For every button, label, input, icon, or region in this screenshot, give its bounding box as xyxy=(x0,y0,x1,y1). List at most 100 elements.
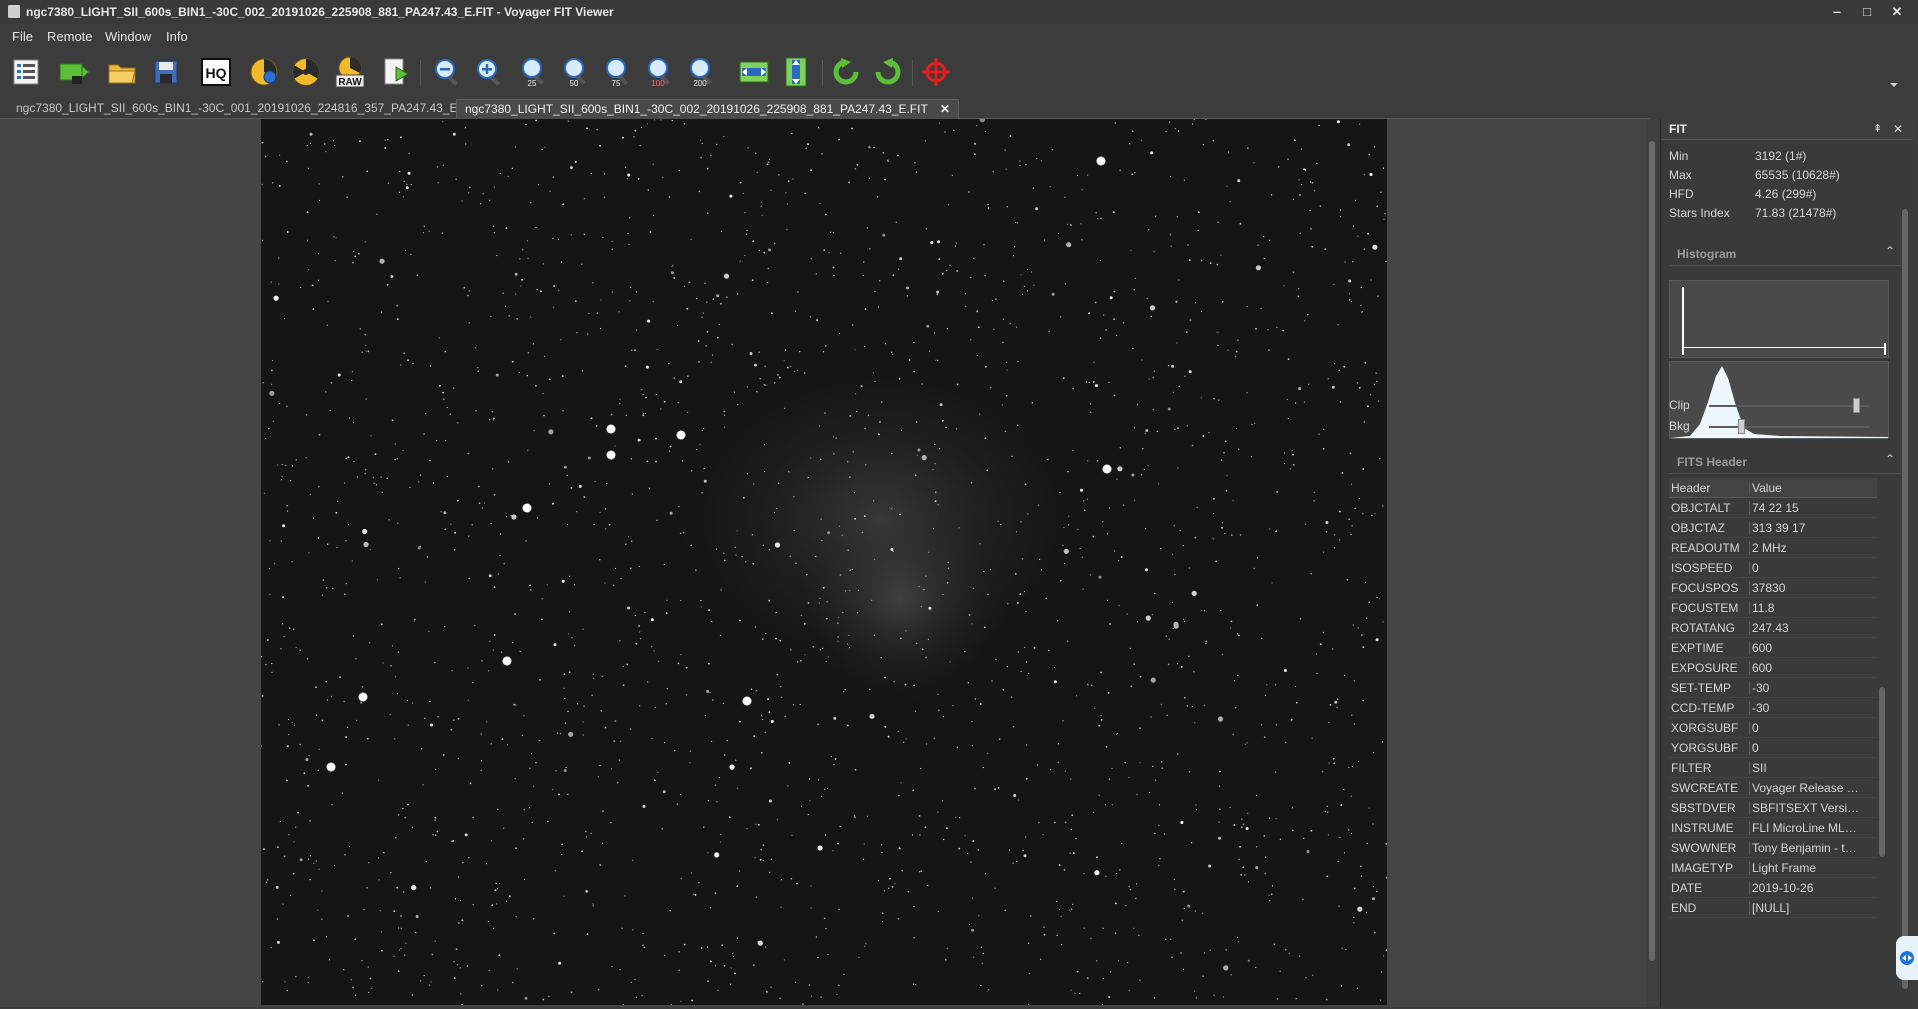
raw-icon[interactable]: RAW xyxy=(334,56,366,88)
fits-row[interactable]: XORGSUBF 0 xyxy=(1669,718,1877,738)
clip-handle[interactable] xyxy=(1853,398,1861,413)
close-panel-icon[interactable]: ✕ xyxy=(1893,122,1903,136)
scrollbar-thumb[interactable] xyxy=(1649,141,1655,961)
bkg-label: Bkg xyxy=(1669,419,1690,433)
fits-value: 313 39 17 xyxy=(1749,521,1860,535)
fits-row[interactable]: END [NULL] xyxy=(1669,898,1877,918)
clip-slider-row[interactable]: Clip xyxy=(1669,395,1869,415)
panel-scrollbar[interactable] xyxy=(1901,209,1909,999)
rotate-right-icon[interactable] xyxy=(872,56,904,88)
pin-icon[interactable]: ⇞ xyxy=(1873,122,1882,135)
scrollbar-thumb[interactable] xyxy=(1879,687,1885,857)
maximize-button[interactable]: □ xyxy=(1854,3,1880,21)
zoom-100-icon[interactable]: 100 xyxy=(644,56,676,88)
raw-label: RAW xyxy=(338,77,362,88)
close-window-button[interactable]: ✕ xyxy=(1884,3,1910,21)
bkg-handle[interactable] xyxy=(1738,419,1745,434)
stretch-icon[interactable] xyxy=(290,56,322,88)
fits-row[interactable]: ISOSPEED 0 xyxy=(1669,558,1877,578)
fits-table-scrollbar[interactable] xyxy=(1877,497,1887,897)
hq-label: HQ xyxy=(206,65,227,81)
fits-key: ROTATANG xyxy=(1671,621,1735,635)
fits-row[interactable]: SWOWNER Tony Benjamin - to... xyxy=(1669,838,1877,858)
bkg-slider-row[interactable]: Bkg xyxy=(1669,416,1869,436)
hq-icon[interactable]: HQ xyxy=(200,56,232,88)
stretch-color-icon[interactable] xyxy=(248,56,280,88)
fits-header-title: FITS Header xyxy=(1677,455,1748,469)
menu-info[interactable]: Info xyxy=(166,29,188,44)
column-header-value[interactable]: Value xyxy=(1749,481,1860,495)
toolbar-separator xyxy=(822,60,823,86)
fits-row[interactable]: FILTER SII xyxy=(1669,758,1877,778)
fits-row[interactable]: SWCREATE Voyager Release 2... xyxy=(1669,778,1877,798)
stat-value: 4.26 (299#) xyxy=(1755,187,1817,201)
zoom-in-icon[interactable] xyxy=(474,56,506,88)
viewer-scrollbar[interactable] xyxy=(1646,119,1658,1007)
fits-row[interactable]: EXPTIME 600 xyxy=(1669,638,1877,658)
fits-value: 11.8 xyxy=(1749,601,1860,615)
image-viewer[interactable] xyxy=(0,119,1646,1007)
fits-header-section-header[interactable]: FITS Header ⌃ xyxy=(1669,449,1903,474)
fits-row[interactable]: YORGSUBF 0 xyxy=(1669,738,1877,758)
bkg-track[interactable] xyxy=(1709,426,1869,428)
fits-row[interactable]: EXPOSURE 600 xyxy=(1669,658,1877,678)
zoom-25-label: 25 xyxy=(528,79,537,87)
fits-row[interactable]: READOUTM 2 MHz xyxy=(1669,538,1877,558)
fits-value: 2019-10-26 xyxy=(1749,881,1860,895)
save-icon[interactable] xyxy=(150,56,182,88)
fit-width-icon[interactable] xyxy=(738,56,770,88)
tab-image-002[interactable]: ngc7380_LIGHT_SII_600s_BIN1_-30C_002_201… xyxy=(456,99,959,119)
fits-row[interactable]: OBJCTALT 74 22 15 xyxy=(1669,498,1877,518)
histogram-section-header[interactable]: Histogram ⌃ xyxy=(1669,241,1903,266)
fits-value: 37830 xyxy=(1749,581,1860,595)
close-tab-icon[interactable]: ✕ xyxy=(940,102,950,116)
zoom-50-label: 50 xyxy=(570,79,579,87)
fits-row[interactable]: ROTATANG 247.43 xyxy=(1669,618,1877,638)
export-icon[interactable] xyxy=(380,56,412,88)
crosshair-icon[interactable] xyxy=(920,56,952,88)
fits-row[interactable]: FOCUSPOS 37830 xyxy=(1669,578,1877,598)
zoom-50-icon[interactable]: 50 xyxy=(560,56,592,88)
rotate-left-icon[interactable] xyxy=(830,56,862,88)
fits-key: YORGSUBF xyxy=(1671,741,1739,755)
tab-image-001[interactable]: ngc7380_LIGHT_SII_600s_BIN1_-30C_001_201… xyxy=(8,99,487,118)
fits-key: FOCUSTEM xyxy=(1671,601,1739,615)
fits-row[interactable]: IMAGETYP Light Frame xyxy=(1669,858,1877,878)
toolbar-overflow-icon[interactable] xyxy=(1884,58,1904,90)
fits-value: [NULL] xyxy=(1749,901,1860,915)
app-icon xyxy=(8,5,20,18)
fits-row[interactable]: SET-TEMP -30 xyxy=(1669,678,1877,698)
zoom-75-icon[interactable]: 75 xyxy=(602,56,634,88)
stat-stars-index: Stars Index 71.83 (21478#) xyxy=(1669,206,1899,224)
remote-open-icon[interactable] xyxy=(58,56,90,88)
histogram-title: Histogram xyxy=(1677,247,1737,261)
fits-row[interactable]: OBJCTAZ 313 39 17 xyxy=(1669,518,1877,538)
open-folder-icon[interactable] xyxy=(106,56,138,88)
menu-file[interactable]: File xyxy=(12,29,33,44)
fits-row[interactable]: INSTRUME FLI MicroLine ML16... xyxy=(1669,818,1877,838)
collapse-chevron-icon[interactable]: ⌃ xyxy=(1885,244,1895,258)
zoom-25-icon[interactable]: 25 xyxy=(518,56,550,88)
zoom-out-icon[interactable] xyxy=(432,56,464,88)
fits-key: CCD-TEMP xyxy=(1671,701,1735,715)
fits-value: 0 xyxy=(1749,561,1860,575)
remote-support-icon[interactable] xyxy=(1896,936,1918,980)
menu-window[interactable]: Window xyxy=(105,29,151,44)
minimize-button[interactable]: ‒ xyxy=(1824,3,1850,21)
fits-image[interactable] xyxy=(261,119,1387,1005)
menu-remote[interactable]: Remote xyxy=(47,29,93,44)
fits-key: EXPTIME xyxy=(1671,641,1724,655)
fits-value: Light Frame xyxy=(1749,861,1860,875)
collapse-chevron-icon[interactable]: ⌃ xyxy=(1885,452,1895,466)
fits-row[interactable]: DATE 2019-10-26 xyxy=(1669,878,1877,898)
fits-row[interactable]: CCD-TEMP -30 xyxy=(1669,698,1877,718)
fits-row[interactable]: FOCUSTEM 11.8 xyxy=(1669,598,1877,618)
fits-key: OBJCTAZ xyxy=(1671,521,1725,535)
fits-row[interactable]: SBSTDVER SBFITSEXT Version ... xyxy=(1669,798,1877,818)
fit-height-icon[interactable] xyxy=(780,56,812,88)
column-header-key[interactable]: Header xyxy=(1671,481,1745,495)
scrollbar-thumb[interactable] xyxy=(1902,209,1908,989)
clip-track[interactable] xyxy=(1709,405,1869,407)
list-icon[interactable] xyxy=(10,56,42,88)
zoom-200-icon[interactable]: 200 xyxy=(686,56,718,88)
